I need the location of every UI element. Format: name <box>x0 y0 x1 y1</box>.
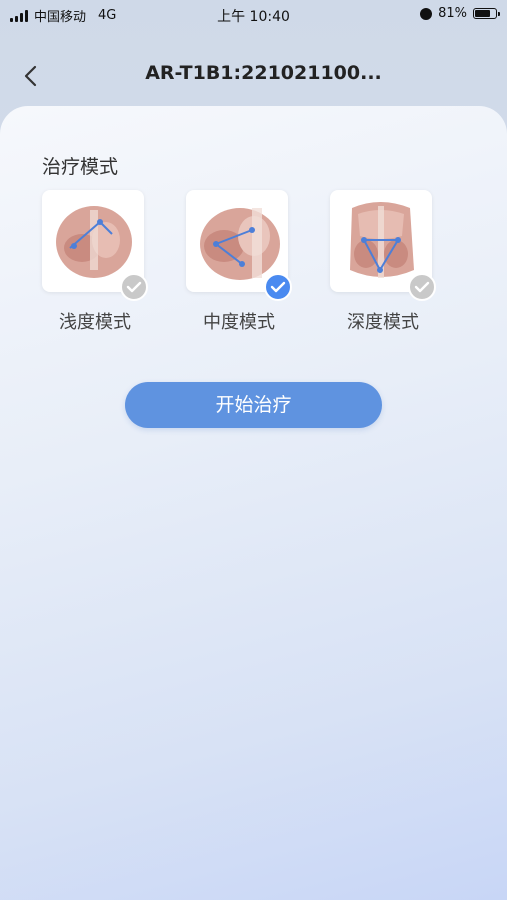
mode-option-shallow[interactable]: 浅度模式 <box>40 190 150 340</box>
mode-label: 中度模式 <box>203 312 275 333</box>
back-icon[interactable] <box>22 64 42 88</box>
selected-check-icon <box>264 273 292 301</box>
nav-bar: AR-T1B1:221021100... <box>0 50 507 102</box>
mode-option-medium[interactable]: 中度模式 <box>184 190 294 340</box>
unselected-check-icon <box>408 273 436 301</box>
alarm-icon <box>420 7 433 20</box>
page-title: AR-T1B1:221021100... <box>145 62 382 84</box>
unselected-check-icon <box>120 273 148 301</box>
start-treatment-button[interactable]: 开始治疗 <box>125 382 382 428</box>
section-title: 治疗模式 <box>42 156 119 178</box>
mode-label: 浅度模式 <box>59 312 131 333</box>
battery-icon <box>473 8 500 19</box>
status-bar: 中国移动 4G 上午 10:40 81% <box>0 0 507 28</box>
battery-fill <box>475 10 490 17</box>
status-right: 81% <box>420 6 500 21</box>
mode-option-deep[interactable]: 深度模式 <box>328 190 438 340</box>
battery-percent: 81% <box>438 6 467 21</box>
content-card: 治疗模式 浅度模式 中度模式 深度模式 开始治疗 <box>0 106 507 900</box>
mode-label: 深度模式 <box>347 312 419 333</box>
